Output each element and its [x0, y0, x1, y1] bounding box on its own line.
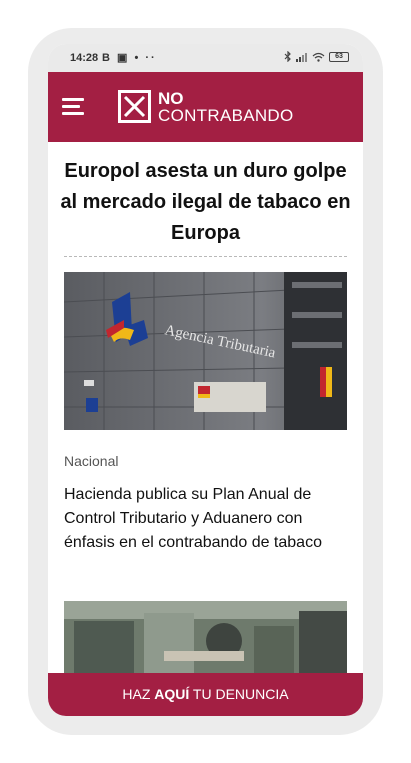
system-icons: 63 [284, 51, 349, 62]
report-cta-button[interactable]: HAZ AQUÍ TU DENUNCIA [48, 673, 363, 716]
battery-icon: 63 [329, 51, 349, 62]
status-bar: 14:28 B ▣ • ·· 63 [48, 44, 363, 72]
site-logo[interactable]: NO CONTRABANDO [118, 90, 318, 130]
bluetooth-icon [284, 51, 291, 62]
logo-line-contrabando: CONTRABANDO [158, 106, 294, 125]
notification-icons: B ▣ • ·· [102, 52, 157, 64]
article-title[interactable]: Hacienda publica su Plan Anual de Contro… [64, 483, 350, 555]
signal-icon [296, 52, 307, 62]
featured-headline[interactable]: Europol asesta un duro golpe al mercado … [60, 156, 351, 249]
cta-emphasis: AQUÍ [154, 686, 190, 702]
article-image[interactable]: Agencia Tributaria [64, 272, 347, 430]
factory-machinery-image [64, 601, 347, 681]
agencia-tributaria-building-image: Agencia Tributaria [64, 272, 347, 430]
cta-suffix: TU DENUNCIA [189, 686, 289, 702]
logo-text: NO CONTRABANDO [158, 90, 294, 124]
dashed-divider [64, 256, 347, 257]
wifi-icon [312, 52, 325, 62]
app-screen: 14:28 B ▣ • ·· 63 NO CONTRABANDO Europol… [48, 44, 363, 716]
article-category[interactable]: Nacional [64, 453, 118, 469]
logo-line-no: NO [158, 89, 184, 108]
x-box-logo-icon [118, 90, 151, 123]
hamburger-menu-icon[interactable] [62, 97, 88, 117]
article-image-2[interactable] [64, 601, 347, 681]
status-time: 14:28 [70, 52, 99, 64]
app-header: NO CONTRABANDO [48, 72, 363, 142]
cta-prefix: HAZ [122, 686, 155, 702]
